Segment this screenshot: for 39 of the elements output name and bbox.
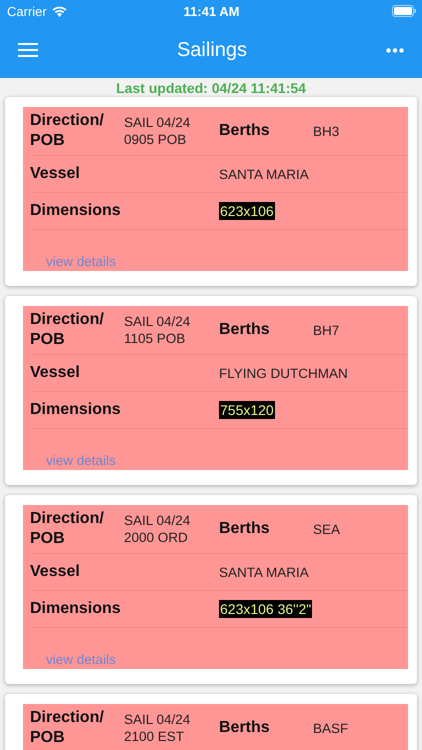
field-value: 755x120 (219, 401, 275, 419)
field-value: SANTA MARIA (219, 564, 310, 580)
field-value: SEA (313, 520, 342, 538)
field-value: SAIL 04/24 0905 POB (124, 114, 192, 148)
field-value: 623x106 (219, 202, 275, 220)
last-updated-text: Last updated: 04/24 11:41:54 (115, 79, 307, 97)
field-value: FLYING DUTCHMAN (219, 364, 349, 382)
field-label: Berths (219, 718, 271, 738)
field-label: Vessel (30, 363, 81, 383)
field-label: Direction/ POB (30, 310, 105, 350)
field-value: SAIL 04/24 2000 ORD (124, 512, 192, 546)
field-value: SAIL 04/24 1105 POB (124, 313, 192, 347)
carrier-label: Carrier (7, 4, 47, 18)
field-label: Direction/ POB (30, 509, 105, 549)
status-time: 11:41 AM (184, 4, 240, 18)
field-label: Berths (219, 519, 271, 539)
screen-title: Sailings (176, 38, 248, 62)
field-value: BH7 (313, 322, 340, 338)
field-label: Dimensions (30, 201, 122, 221)
field-value: SANTA MARIA (219, 166, 310, 182)
menu-icon[interactable] (18, 42, 38, 58)
more-icon[interactable] (386, 48, 404, 52)
view-details-link[interactable]: view details (46, 453, 116, 468)
field-label: Vessel (30, 164, 81, 184)
field-label: Direction/ POB (30, 708, 105, 748)
field-label: Direction/ POB (30, 111, 105, 151)
field-label: Vessel (30, 562, 81, 582)
field-value: SAIL 04/24 2100 EST (124, 711, 192, 745)
view-details-link[interactable]: view details (46, 652, 116, 667)
field-value: BASF (313, 720, 350, 736)
field-label: Dimensions (30, 599, 122, 619)
field-label: Berths (219, 320, 271, 340)
battery-icon (392, 5, 416, 17)
field-label: Dimensions (30, 400, 122, 420)
field-value: 623x106 36''2" (219, 600, 312, 618)
wifi-icon (52, 6, 67, 16)
view-details-link[interactable]: view details (46, 254, 116, 269)
field-label: Berths (219, 121, 271, 141)
field-value: BH3 (313, 122, 340, 140)
